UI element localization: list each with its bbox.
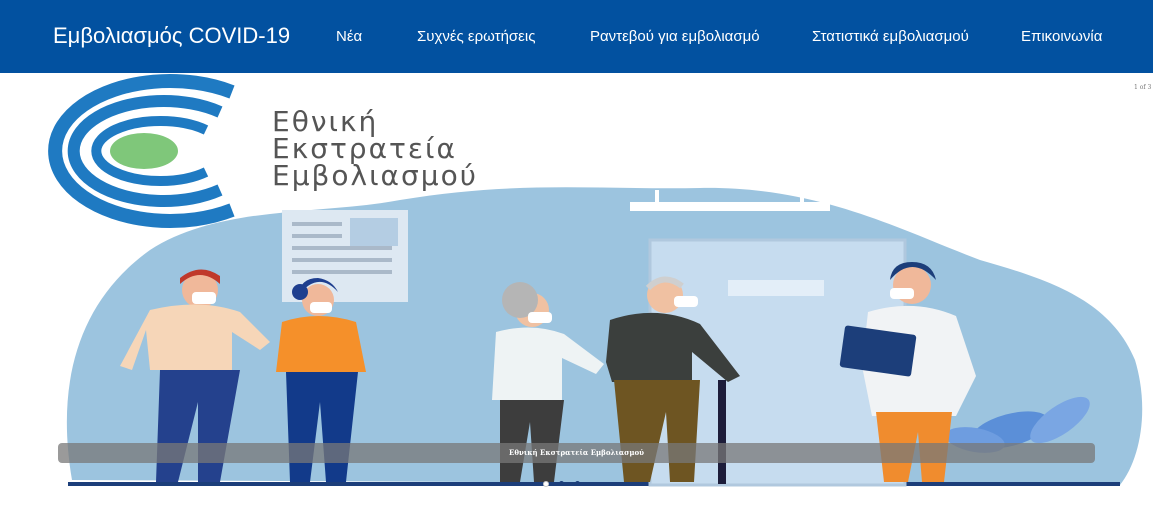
logo-line-1: Εθνική xyxy=(272,105,379,138)
caption-text: Εθνική Εκστρατεία Εμβολιασμού xyxy=(509,448,644,457)
nav-item-faq[interactable]: Συχνές ερωτήσεις xyxy=(417,28,535,45)
logo-line-3: Εμβολιασμού xyxy=(272,159,478,192)
walking-cane xyxy=(718,380,726,484)
campaign-logo xyxy=(48,74,235,228)
floor-line xyxy=(68,482,1120,486)
brand-link[interactable]: Εμβολιασμός COVID-19 xyxy=(53,23,290,49)
carousel-indicator-2[interactable] xyxy=(559,481,564,486)
carousel-indicator-1[interactable] xyxy=(543,481,549,487)
carousel-indicator-3[interactable] xyxy=(575,481,580,486)
nav-item-news[interactable]: Νέα xyxy=(336,28,362,45)
nav-item-statistics[interactable]: Στατιστικά εμβολιασμού xyxy=(812,28,969,45)
nav-item-contact[interactable]: Επικοινωνία xyxy=(1021,28,1102,45)
carousel-caption: Εθνική Εκστρατεία Εμβολιασμού xyxy=(58,443,1095,463)
logo-line-2: Εκστρατεία xyxy=(272,132,457,165)
top-navbar: Εμβολιασμός COVID-19 Νέα Συχνές ερωτήσει… xyxy=(0,0,1153,73)
nav-item-appointment[interactable]: Ραντεβού για εμβολιασμό xyxy=(590,28,760,45)
logo-text: Εθνική Εκστρατεία Εμβολιασμού xyxy=(272,105,478,192)
